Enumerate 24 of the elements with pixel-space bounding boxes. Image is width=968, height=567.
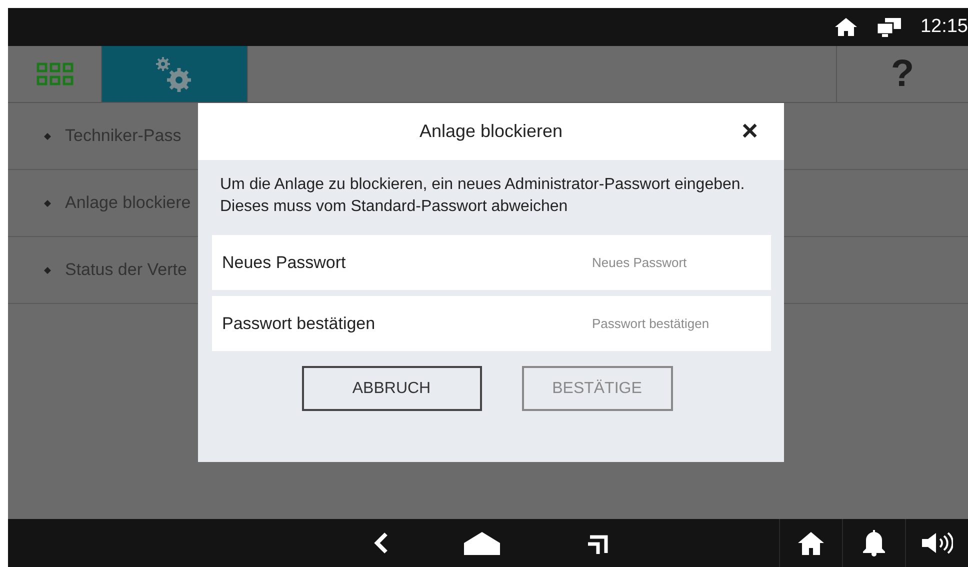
field-label: Neues Passwort [222, 252, 347, 272]
grid-icon [36, 62, 74, 86]
bullet-icon [44, 132, 51, 140]
back-chevron-icon[interactable] [374, 532, 388, 554]
menu-item[interactable]: Techniker-Pass [65, 126, 182, 146]
dialog-message: Dieses muss vom Standard-Passwort abweichen [220, 197, 569, 217]
dialog-message: Um die Anlage zu blockieren, ein neues Administrator-Passwort eingeben. [220, 175, 746, 195]
menu-item[interactable]: Anlage blockiere [65, 193, 191, 213]
house-icon[interactable] [797, 530, 825, 556]
cancel-button[interactable]: ABBRUCH [302, 366, 482, 411]
password-field[interactable]: Neues Passwort [592, 255, 762, 270]
clock-time: 12:15 [920, 16, 968, 38]
password-field[interactable]: Passwort bestätigen [592, 316, 762, 331]
dialog-title: Anlage blockieren [419, 121, 563, 142]
bell-icon[interactable] [863, 529, 885, 557]
bullet-icon [44, 266, 51, 274]
home-status-icon [834, 17, 858, 37]
home-button-icon[interactable] [464, 531, 500, 555]
menu-item[interactable]: Status der Verte [65, 260, 187, 280]
close-button[interactable]: × [742, 117, 758, 145]
bullet-icon [44, 200, 51, 206]
speaker-icon[interactable] [921, 531, 953, 555]
network-icon [876, 17, 902, 37]
field-label: Passwort bestätigen [222, 314, 376, 334]
